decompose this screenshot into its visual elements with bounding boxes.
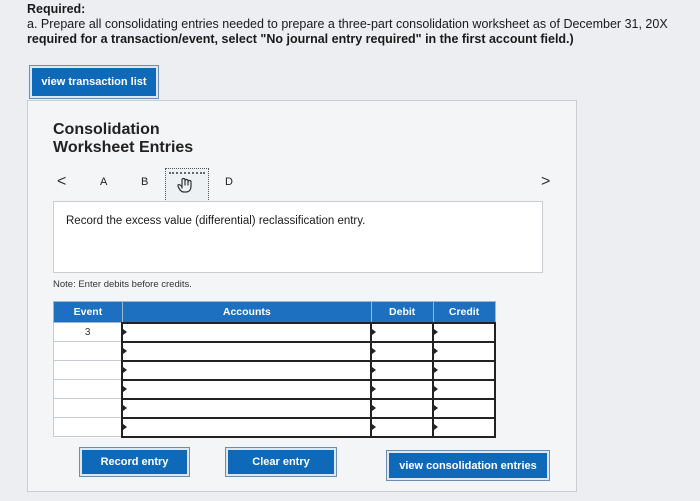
credit-field[interactable] — [432, 321, 496, 343]
account-field[interactable] — [121, 321, 373, 343]
input-marker-icon — [434, 424, 439, 430]
accounts-column-header: Accounts — [121, 301, 372, 323]
dropdown-marker-icon — [123, 424, 128, 430]
view-transaction-list-button[interactable]: view transaction list — [30, 66, 158, 98]
debit-field[interactable] — [370, 359, 435, 381]
instruction-text: Record the excess value (differential) r… — [66, 215, 366, 227]
prev-tab-arrow[interactable]: < — [57, 173, 66, 191]
instruction-box: Record the excess value (differential) r… — [53, 201, 543, 273]
debit-field[interactable] — [370, 321, 435, 343]
consolidation-worksheet-panel: Consolidation Worksheet Entries < A B D … — [27, 100, 577, 492]
debit-field[interactable] — [370, 340, 435, 362]
table-row — [53, 340, 496, 362]
debit-field[interactable] — [370, 397, 435, 419]
table-row — [53, 378, 496, 400]
table-row — [53, 359, 496, 381]
dropdown-marker-icon — [123, 348, 128, 354]
panel-title-line-2: Worksheet Entries — [53, 139, 194, 156]
input-marker-icon — [434, 386, 439, 392]
tab-a[interactable]: A — [100, 176, 107, 188]
input-marker-icon — [434, 405, 439, 411]
account-field[interactable] — [121, 340, 373, 362]
event-cell — [53, 341, 123, 361]
credit-field[interactable] — [432, 340, 496, 362]
account-field[interactable] — [121, 359, 373, 381]
input-marker-icon — [372, 329, 377, 335]
tab-c-active[interactable] — [165, 168, 209, 202]
credit-field[interactable] — [432, 416, 496, 438]
debit-column-header: Debit — [370, 301, 434, 323]
panel-title-line-1: Consolidation — [53, 121, 160, 138]
debit-field[interactable] — [370, 416, 435, 438]
table-row — [53, 416, 496, 438]
table-row: 3 — [53, 321, 496, 343]
input-marker-icon — [372, 348, 377, 354]
input-marker-icon — [372, 424, 377, 430]
table-header-row: Event Accounts Debit Credit — [53, 301, 496, 323]
tab-b[interactable]: B — [141, 176, 148, 188]
event-cell: 3 — [53, 322, 123, 342]
event-cell — [53, 360, 123, 380]
dropdown-marker-icon — [123, 367, 128, 373]
event-cell — [53, 398, 123, 418]
table-row — [53, 397, 496, 419]
record-entry-button[interactable]: Record entry — [80, 448, 189, 476]
credit-field[interactable] — [432, 378, 496, 400]
dropdown-marker-icon — [123, 386, 128, 392]
clear-entry-button[interactable]: Clear entry — [226, 448, 336, 476]
required-line-2: required for a transaction/event, select… — [27, 32, 574, 46]
input-marker-icon — [434, 329, 439, 335]
journal-entry-table: Event Accounts Debit Credit 3 — [53, 301, 496, 438]
required-heading: Required: — [27, 2, 86, 16]
event-cell — [53, 379, 123, 399]
credit-field[interactable] — [432, 397, 496, 419]
debit-field[interactable] — [370, 378, 435, 400]
input-marker-icon — [372, 405, 377, 411]
dropdown-marker-icon — [123, 329, 128, 335]
input-marker-icon — [372, 367, 377, 373]
next-tab-arrow[interactable]: > — [541, 173, 550, 191]
dropdown-marker-icon — [123, 405, 128, 411]
requirement-text: Required: a. Prepare all consolidating e… — [27, 2, 700, 47]
event-column-header: Event — [53, 301, 123, 323]
input-marker-icon — [434, 348, 439, 354]
event-cell — [53, 417, 123, 437]
account-field[interactable] — [121, 416, 373, 438]
input-marker-icon — [434, 367, 439, 373]
debits-note: Note: Enter debits before credits. — [53, 279, 192, 290]
required-line-1: a. Prepare all consolidating entries nee… — [27, 17, 668, 31]
tab-d[interactable]: D — [225, 176, 233, 188]
input-marker-icon — [372, 386, 377, 392]
credit-column-header: Credit — [432, 301, 496, 323]
credit-field[interactable] — [432, 359, 496, 381]
view-consolidation-entries-button[interactable]: view consolidation entries — [387, 451, 549, 480]
panel-title: Consolidation Worksheet Entries — [53, 121, 193, 157]
account-field[interactable] — [121, 378, 373, 400]
entry-tabs: < A B D > — [53, 167, 553, 202]
account-field[interactable] — [121, 397, 373, 419]
hand-pointer-icon — [177, 177, 192, 193]
